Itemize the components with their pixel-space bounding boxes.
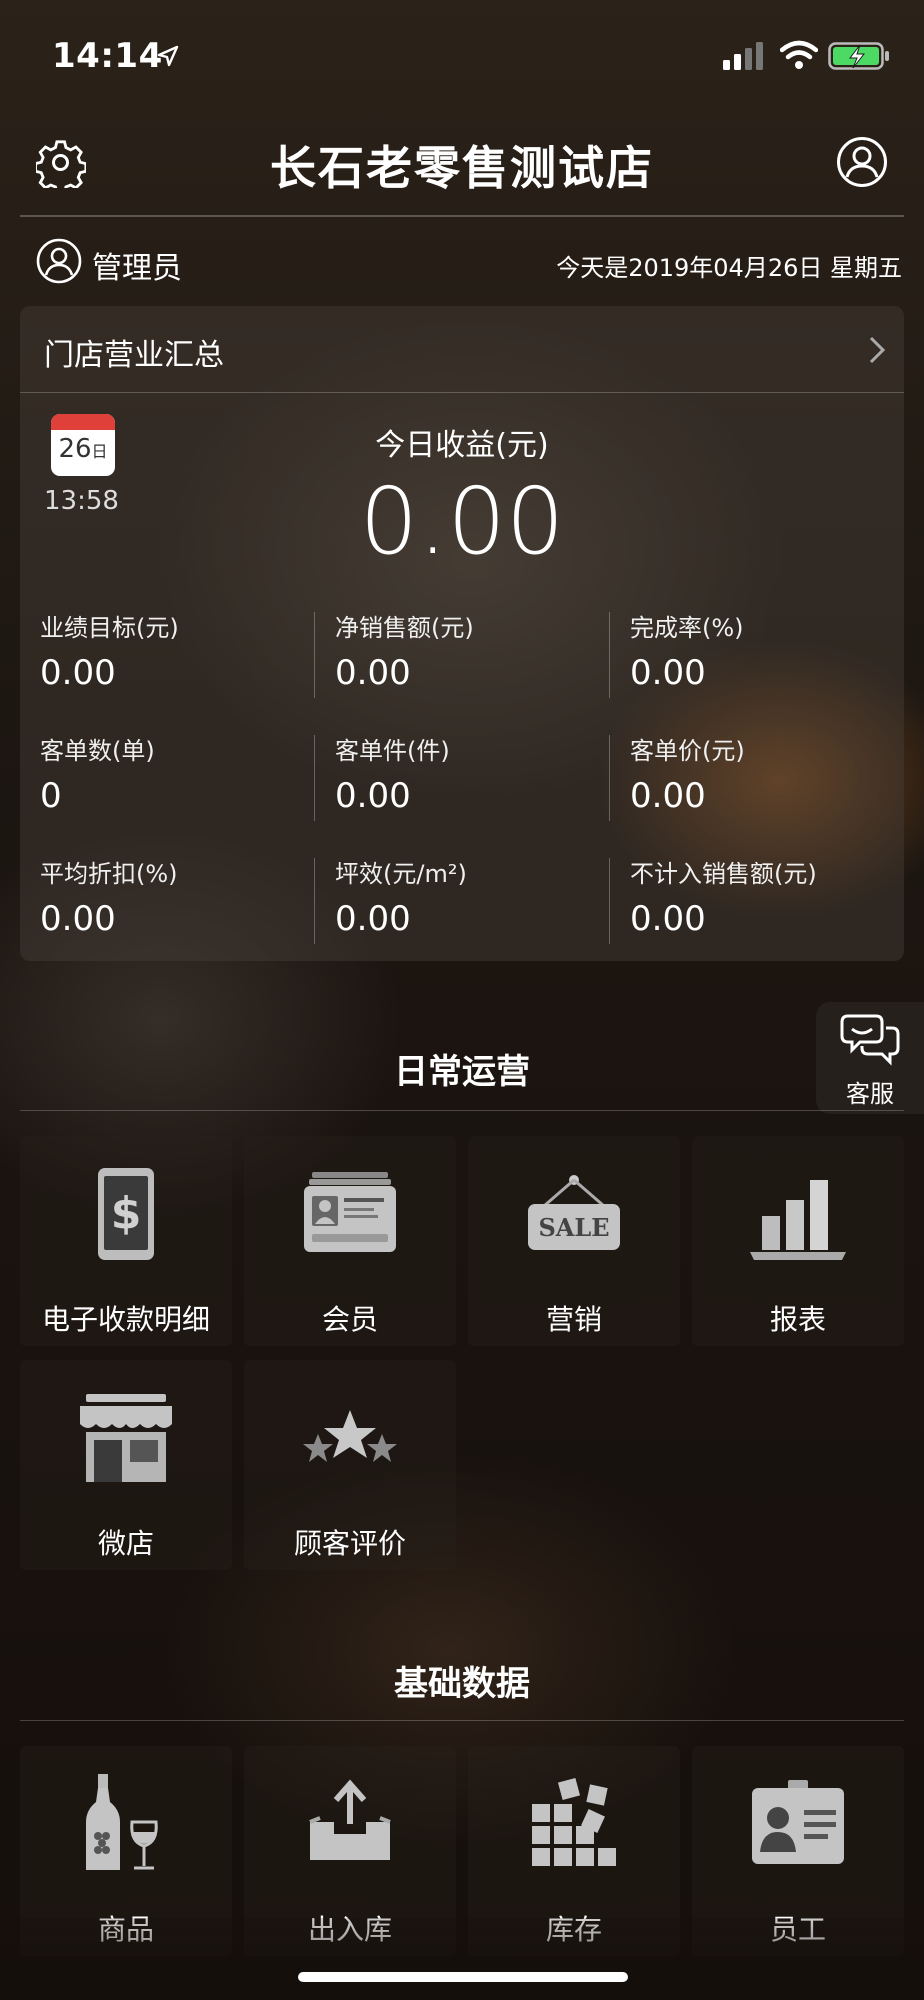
stat-items-per-order: 客单件(件) 0.00: [335, 731, 615, 816]
sale-sign-icon: SALE: [528, 1175, 620, 1250]
tile-label: 会员: [321, 1303, 378, 1336]
svg-text:SALE: SALE: [538, 1213, 609, 1242]
stat-label: 业绩目标(元): [40, 614, 179, 642]
tile-label: 营销: [545, 1303, 602, 1336]
stat-label: 完成率(%): [630, 614, 744, 642]
profile-icon[interactable]: [836, 136, 888, 188]
stat-excluded-sales: 不计入销售额(元) 0.00: [630, 854, 910, 939]
stat-label: 坪效(元/m²): [335, 860, 467, 888]
battery-charging-icon: [828, 42, 889, 70]
stat-order-count: 客单数(单) 0: [40, 731, 320, 816]
stat-avg-order-value: 客单价(元) 0.00: [630, 731, 910, 816]
status-time: 14:14: [52, 36, 163, 76]
signal-icon: [723, 42, 763, 70]
stat-label: 不计入销售额(元): [630, 860, 817, 888]
stat-value: 0.00: [335, 653, 411, 693]
user-icon: [36, 238, 82, 284]
tile-micro-store[interactable]: 微店: [20, 1360, 232, 1570]
current-date: 今天是2019年04月26日 星期五: [556, 254, 902, 282]
stat-value: 0.00: [40, 899, 116, 939]
stat-sales-target: 业绩目标(元) 0.00: [40, 608, 320, 693]
tile-payment-details[interactable]: $ 电子收款明细: [20, 1136, 232, 1346]
svg-text:$: $: [111, 1188, 142, 1239]
stat-separator: [609, 612, 610, 698]
stat-avg-discount: 平均折扣(%) 0.00: [40, 854, 320, 939]
income-value: 0.00: [359, 468, 565, 575]
bottom-fade: [0, 1918, 924, 2000]
tile-label: 电子收款明细: [41, 1303, 210, 1336]
stat-separator: [609, 858, 610, 944]
section-divider: [20, 1110, 904, 1111]
tile-members[interactable]: 会员: [244, 1136, 456, 1346]
stat-value: 0.00: [630, 653, 706, 693]
tile-label: 顾客评价: [293, 1527, 406, 1560]
stat-value: 0.00: [335, 776, 411, 816]
summary-header[interactable]: 门店营业汇总: [20, 306, 904, 393]
home-indicator[interactable]: [298, 1972, 628, 1982]
store-summary-card: 门店营业汇总 26日 13:58 今日收益(元) 0.00 业绩目标(元) 0.…: [20, 306, 904, 961]
blocks-icon: [532, 1777, 616, 1866]
stat-completion-rate: 完成率(%) 0.00: [630, 608, 910, 693]
section-divider: [20, 1720, 904, 1721]
stat-separator: [314, 612, 315, 698]
bar-chart-icon: [750, 1180, 846, 1260]
stat-label: 客单件(件): [335, 737, 450, 765]
stars-icon: [303, 1410, 397, 1462]
stat-value: 0.00: [630, 776, 706, 816]
inbox-icon: [309, 1779, 391, 1860]
member-card-icon: [304, 1172, 396, 1252]
daily-ops-title: 日常运营: [394, 1052, 530, 1092]
employee-badge-icon: [752, 1780, 844, 1864]
wifi-icon: [780, 40, 818, 69]
stat-separator: [609, 735, 610, 821]
tile-marketing[interactable]: SALE 营销: [468, 1136, 680, 1346]
wine-icon: [86, 1774, 158, 1870]
storefront-icon: [80, 1394, 172, 1482]
basic-data-title: 基础数据: [394, 1664, 530, 1704]
stat-separator: [314, 735, 315, 821]
stat-net-sales: 净销售额(元) 0.00: [335, 608, 615, 693]
tile-reports[interactable]: 报表: [692, 1136, 904, 1346]
header-divider: [20, 215, 904, 217]
stat-label: 平均折扣(%): [40, 860, 178, 888]
payment-tablet-icon: $: [98, 1168, 154, 1260]
income-label: 今日收益(元): [375, 428, 549, 463]
stat-separator: [314, 858, 315, 944]
stat-value: 0.00: [40, 653, 116, 693]
summary-title: 门店营业汇总: [44, 338, 224, 373]
tile-label: 微店: [97, 1527, 154, 1560]
stat-label: 客单数(单): [40, 737, 155, 765]
stat-label: 净销售额(元): [335, 614, 474, 642]
stat-label: 客单价(元): [630, 737, 745, 765]
stat-value: 0.00: [630, 899, 706, 939]
store-title: 长石老零售测试店: [270, 141, 654, 195]
tile-customer-reviews[interactable]: 顾客评价: [244, 1360, 456, 1570]
stat-value: 0.00: [335, 899, 411, 939]
stat-floor-efficiency: 坪效(元/m²) 0.00: [335, 854, 615, 939]
tile-label: 报表: [769, 1303, 826, 1336]
chevron-right-icon: [869, 336, 886, 364]
location-arrow-icon: [157, 45, 179, 67]
user-role: 管理员: [92, 251, 182, 286]
stat-value: 0: [40, 776, 62, 816]
